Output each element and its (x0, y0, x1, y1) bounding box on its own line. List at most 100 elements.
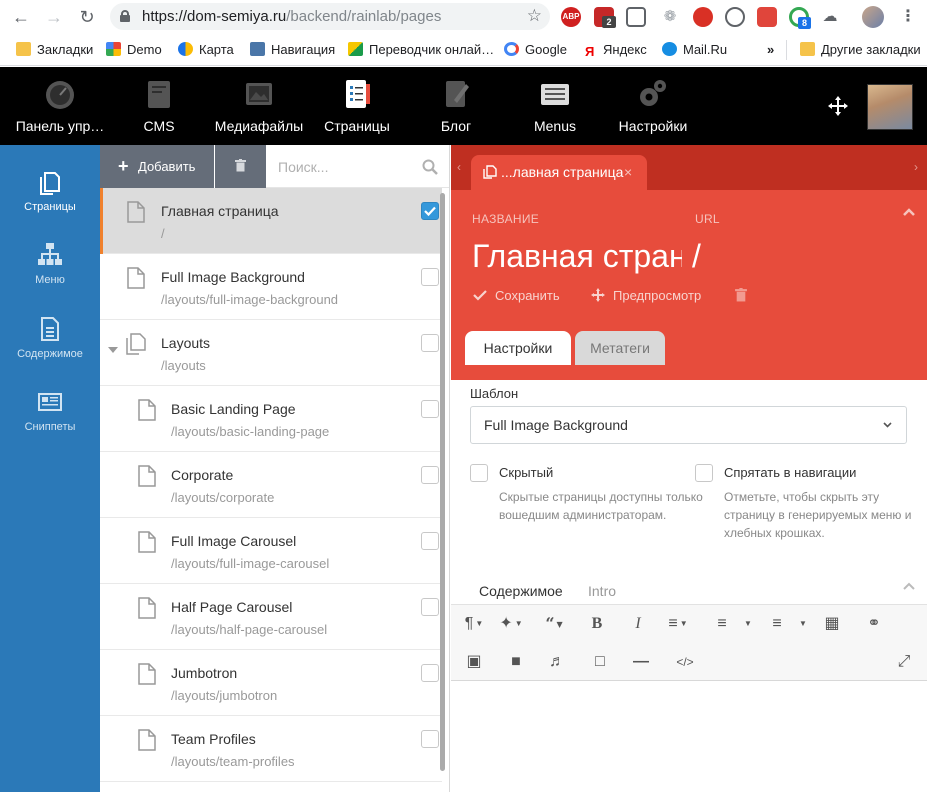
extension-counter-icon[interactable]: 2 (594, 7, 616, 28)
hidden-checkbox-label[interactable]: Скрытый (499, 465, 553, 480)
user-avatar[interactable] (867, 84, 913, 130)
page-row[interactable]: Basic Landing Page /layouts/basic-landin… (100, 386, 442, 452)
topnav-media[interactable]: Медиафайлы (206, 67, 312, 145)
italic-icon[interactable]: I (626, 614, 650, 634)
tab-content[interactable]: Содержимое (479, 583, 563, 599)
vpn-extension-icon[interactable] (725, 7, 745, 27)
hide-nav-checkbox-label[interactable]: Спрятать в навигации (724, 465, 856, 480)
browser-profile-avatar[interactable] (862, 6, 884, 28)
add-page-button[interactable]: + Добавить (100, 145, 214, 188)
file-icon[interactable]: □ (588, 652, 612, 672)
search-input[interactable] (266, 145, 416, 188)
horizontal-line-icon[interactable]: — (629, 652, 653, 672)
page-row[interactable]: Team Profiles /layouts/team-profiles (100, 716, 442, 782)
content-editor-area[interactable] (451, 681, 927, 792)
hidden-checkbox[interactable] (470, 464, 488, 482)
page-row[interactable]: Jumbotron /layouts/jumbotron (100, 650, 442, 716)
bookmark-karta[interactable]: Карта (178, 40, 234, 60)
cloud-download-icon[interactable]: ☁ (820, 7, 840, 27)
bookmarks-overflow-button[interactable]: » (767, 40, 774, 60)
page-checkbox[interactable] (421, 334, 439, 352)
page-checkbox[interactable] (421, 532, 439, 550)
sidenav-item-content[interactable]: Содержимое (0, 316, 100, 388)
bookmark-other[interactable]: Другие закладки (800, 40, 921, 60)
red-circle-extension-icon[interactable] (693, 7, 713, 27)
page-checkbox[interactable] (421, 466, 439, 484)
forward-arrow-icon[interactable]: → (43, 6, 65, 28)
sidenav-item-pages[interactable]: Страницы (0, 169, 100, 241)
bookmark-folder-zakladki[interactable]: Закладки (16, 40, 93, 60)
bookmark-star-icon[interactable]: ☆ (527, 6, 542, 26)
topnav-menus[interactable]: Menus (520, 67, 590, 145)
preview-button[interactable]: Предпросмотр (591, 288, 701, 303)
topnav-cms[interactable]: CMS (120, 67, 198, 145)
tab-settings[interactable]: Настройки (465, 331, 571, 365)
table-icon[interactable]: ▦ (820, 614, 844, 634)
bookmark-demo[interactable]: Demo (106, 40, 162, 60)
image-icon[interactable]: ▣ (462, 652, 486, 672)
address-bar[interactable]: https://dom-semiya.ru/backend/rainlab/pa… (110, 3, 550, 30)
link-icon[interactable]: ⚭ (862, 614, 886, 634)
back-arrow-icon[interactable]: ← (10, 6, 32, 28)
bookmark-mailru[interactable]: Mail.Ru (662, 40, 727, 60)
page-row[interactable]: Главная страница / (100, 188, 442, 254)
page-checkbox[interactable] (421, 598, 439, 616)
page-row[interactable]: Half Page Carousel /layouts/half-page-ca… (100, 584, 442, 650)
ordered-list-icon[interactable]: ≡ (710, 614, 734, 634)
page-checkbox[interactable] (421, 664, 439, 682)
fullscreen-icon[interactable]: ⤢ (892, 652, 916, 672)
save-button[interactable]: Сохранить (473, 288, 560, 303)
unordered-list-dropdown-icon[interactable]: ▼ (791, 614, 815, 634)
tab-scroll-left-icon[interactable]: ‹ (457, 160, 461, 174)
page-checkbox[interactable] (421, 268, 439, 286)
unordered-list-icon[interactable]: ≡ (765, 614, 789, 634)
bold-icon[interactable]: B (585, 614, 609, 634)
layout-select[interactable]: Full Image Background (470, 406, 907, 444)
topnav-dashboard[interactable]: Панель упр… (0, 67, 120, 145)
page-title-input[interactable]: Главная страница (472, 238, 682, 275)
topnav-pages[interactable]: Страницы (314, 67, 400, 145)
browser-menu-icon[interactable]: ⋮ (900, 6, 916, 26)
adblock-extension-icon[interactable]: ABP (561, 7, 581, 27)
bookmark-google[interactable]: Google (504, 40, 567, 60)
tab-metatags[interactable]: Метатеги (575, 331, 665, 365)
reload-icon[interactable]: ↻ (76, 6, 98, 28)
page-row[interactable]: Corporate /layouts/corporate (100, 452, 442, 518)
topnav-settings[interactable]: Настройки (608, 67, 698, 145)
page-checkbox[interactable] (421, 202, 439, 220)
tab-intro[interactable]: Intro (588, 583, 616, 599)
topnav-blog[interactable]: Блог (416, 67, 496, 145)
bookmark-navigatsiya[interactable]: Навигация (250, 40, 335, 60)
delete-page-button[interactable] (215, 145, 266, 188)
sidenav-item-snippets[interactable]: Сниппеты (0, 389, 100, 461)
paw-extension-icon[interactable]: ❁ (660, 7, 680, 27)
chevron-up-icon[interactable] (903, 582, 915, 590)
pages-list-scrollbar[interactable] (440, 193, 445, 771)
quote-icon[interactable]: “▼ (542, 614, 566, 634)
ordered-list-dropdown-icon[interactable]: ▼ (736, 614, 760, 634)
delete-button[interactable] (734, 288, 756, 303)
collapse-caret-icon[interactable] (108, 347, 118, 353)
search-icon[interactable] (422, 159, 438, 175)
video-icon[interactable]: ■ (504, 652, 528, 672)
paragraph-format-icon[interactable]: ¶ ▼ (462, 614, 486, 634)
page-row[interactable]: Full Image Carousel /layouts/full-image-… (100, 518, 442, 584)
page-checkbox[interactable] (421, 400, 439, 418)
save-extension-icon[interactable] (757, 7, 777, 27)
page-url-input[interactable]: / (692, 238, 701, 275)
bookmark-translator[interactable]: Переводчик онлай… (348, 40, 494, 60)
pocket-icon[interactable] (626, 7, 646, 27)
sidenav-item-menu[interactable]: Меню (0, 242, 100, 314)
code-view-icon[interactable]: </> (673, 652, 697, 672)
hide-in-navigation-checkbox[interactable] (695, 464, 713, 482)
tab-scroll-right-icon[interactable]: › (914, 160, 918, 174)
bookmark-yandex[interactable]: Я Яндекс (585, 40, 647, 60)
chevron-up-icon[interactable] (903, 208, 915, 216)
page-checkbox[interactable] (421, 730, 439, 748)
green-extension-icon[interactable]: 8 (789, 7, 811, 29)
page-row[interactable]: Full Image Background /layouts/full-imag… (100, 254, 442, 320)
audio-icon[interactable]: ♬ (545, 652, 569, 672)
tab-close-icon[interactable]: × (624, 155, 632, 190)
align-icon[interactable]: ≡ ▼ (666, 614, 690, 634)
editor-document-tab[interactable]: ...лавная страница × (471, 155, 647, 190)
